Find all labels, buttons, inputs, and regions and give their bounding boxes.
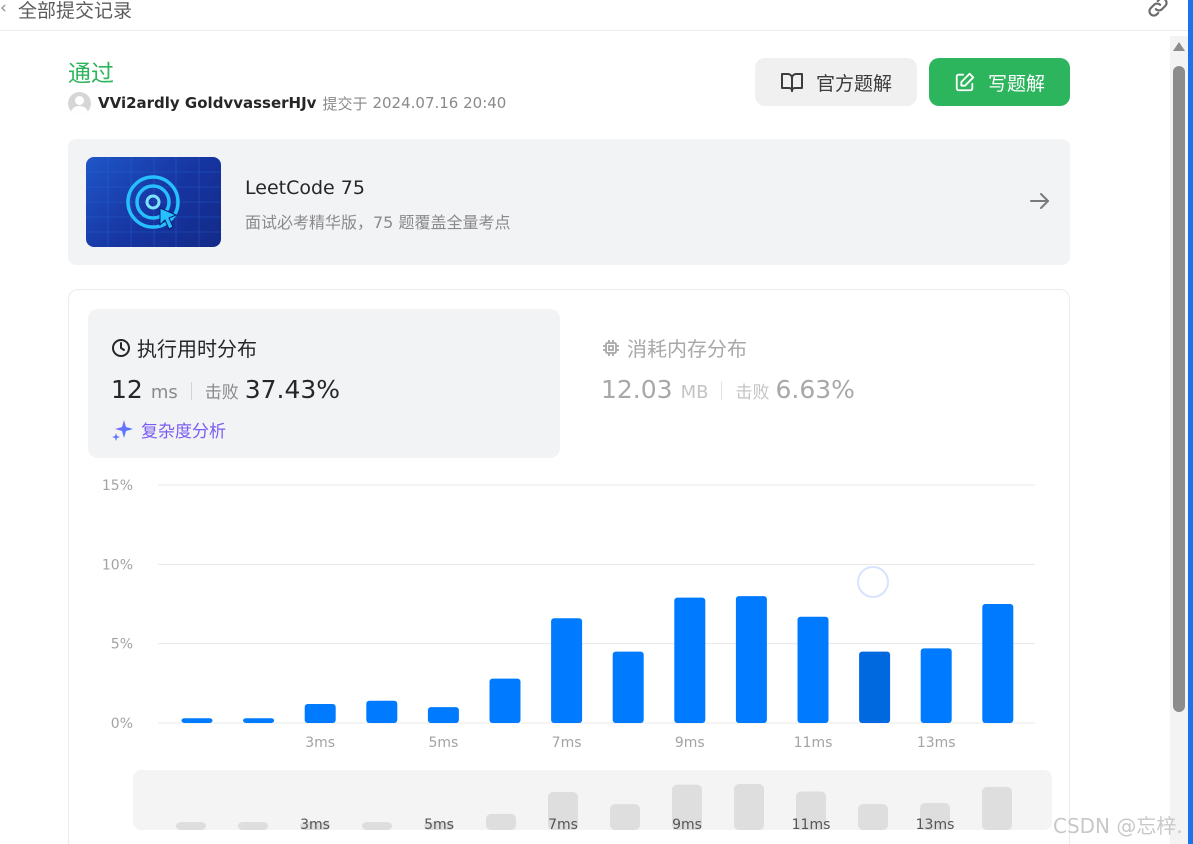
scroll-thumb[interactable] xyxy=(1173,66,1185,712)
submitted-label: 提交于 xyxy=(322,94,368,113)
submission-meta: VVi2ardly GoldvvasserHJv 提交于 2024.07.16 … xyxy=(68,91,507,115)
minimap-bar xyxy=(610,804,640,830)
study-plan-image xyxy=(86,157,221,247)
bar xyxy=(735,596,767,723)
scrollbar[interactable] xyxy=(1170,36,1188,844)
x-tick-label: 9ms xyxy=(675,735,705,751)
write-solution-label: 写题解 xyxy=(987,72,1045,95)
edit-icon xyxy=(955,72,975,92)
username[interactable]: VVi2ardly GoldvvasserHJv xyxy=(98,94,316,112)
bar xyxy=(551,618,583,723)
minimap-tick-label: 11ms xyxy=(792,817,831,833)
window-edge xyxy=(1188,0,1193,844)
bar xyxy=(612,651,644,723)
y-tick-label: 0% xyxy=(111,716,133,732)
bar xyxy=(489,678,521,723)
top-bar: ‹ 全部提交记录 xyxy=(0,0,1193,31)
x-tick-label: 13ms xyxy=(917,735,956,751)
x-tick-label: 3ms xyxy=(305,735,335,751)
submission-detail-page: ‹ 全部提交记录 通过 VVi2ardly GoldvvasserHJv 提交于… xyxy=(0,0,1193,844)
bar xyxy=(427,707,459,723)
distribution-card: 执行用时分布 12 ms 击败 37.43% 复杂度分析 消耗内存分布 12.0… xyxy=(68,289,1070,844)
write-solution-button[interactable]: 写题解 xyxy=(929,58,1070,106)
minimap-tick-label: 13ms xyxy=(916,817,955,833)
watermark: CSDN @忘梓. xyxy=(1053,814,1183,838)
link-icon[interactable] xyxy=(1145,0,1171,20)
minimap-bar xyxy=(238,822,268,830)
bar xyxy=(797,616,829,723)
minimap-tick-label: 3ms xyxy=(300,817,330,833)
bar xyxy=(181,718,213,723)
y-tick-label: 10% xyxy=(102,557,133,573)
minimap-bar xyxy=(362,821,392,830)
minimap-tick-label: 5ms xyxy=(424,817,454,833)
minimap-bar xyxy=(982,786,1012,830)
official-solution-label: 官方题解 xyxy=(815,72,892,95)
bar xyxy=(982,604,1014,723)
bar xyxy=(674,597,706,723)
back-icon[interactable]: ‹ xyxy=(0,0,7,18)
hover-indicator xyxy=(857,566,889,598)
y-tick-label: 15% xyxy=(102,478,133,494)
minimap-bar xyxy=(176,822,206,830)
bar xyxy=(304,703,336,723)
arrow-right-icon xyxy=(1030,193,1049,209)
bar xyxy=(859,651,891,723)
minimap-tick-label: 9ms xyxy=(672,817,702,833)
study-plan-card[interactable]: LeetCode 75 面试必考精华版，75 题覆盖全量考点 xyxy=(68,139,1070,265)
submission-status: 通过 xyxy=(68,61,114,87)
all-submissions-title[interactable]: 全部提交记录 xyxy=(18,0,132,23)
submission-datetime: 2024.07.16 20:40 xyxy=(372,94,507,112)
study-plan-title: LeetCode 75 xyxy=(245,177,365,199)
minimap-bar xyxy=(858,804,888,830)
study-plan-subtitle: 面试必考精华版，75 题覆盖全量考点 xyxy=(245,213,511,232)
minimap-bar xyxy=(486,813,516,830)
x-tick-label: 7ms xyxy=(552,735,582,751)
y-tick-label: 5% xyxy=(111,637,133,653)
scroll-up-arrow-icon[interactable] xyxy=(1173,42,1185,51)
runtime-distribution-chart: 0% 5% 10% 15% 3ms 5ms 7ms 9ms 11ms 13ms 3ms 5ms 7ms 9… xyxy=(102,478,1035,833)
official-solution-button[interactable]: 官方题解 xyxy=(755,58,917,106)
bar xyxy=(366,700,398,723)
minimap-bar xyxy=(734,784,764,830)
minimap-tick-label: 7ms xyxy=(548,817,578,833)
bar xyxy=(243,718,275,723)
book-icon xyxy=(780,73,803,92)
avatar[interactable] xyxy=(68,91,91,115)
x-tick-label: 5ms xyxy=(428,735,458,751)
bar xyxy=(920,648,952,723)
x-tick-label: 11ms xyxy=(794,735,833,751)
